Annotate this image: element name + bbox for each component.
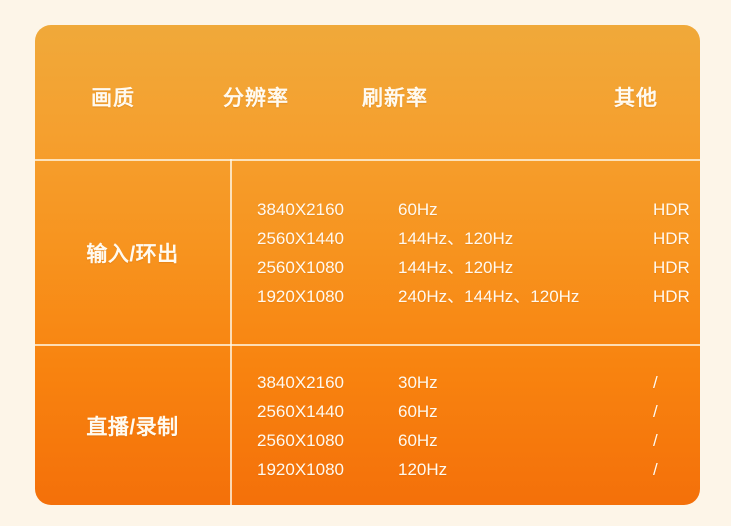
column-header-refresh-rate: 刷新率 <box>362 87 428 110</box>
cell-other: / <box>653 401 658 421</box>
cell-resolution: 2560X1440 <box>257 401 344 421</box>
spec-line: 3840X2160 30Hz / <box>230 368 700 397</box>
column-header-resolution: 分辨率 <box>223 87 289 110</box>
cell-resolution: 3840X2160 <box>257 199 344 219</box>
cell-other: HDR <box>653 199 690 219</box>
cell-other: / <box>653 459 658 479</box>
column-header-other: 其他 <box>614 87 658 110</box>
cell-refresh-rate: 30Hz <box>398 372 438 392</box>
cell-resolution: 2560X1080 <box>257 430 344 450</box>
cell-refresh-rate: 60Hz <box>398 401 438 421</box>
cell-refresh-rate: 120Hz <box>398 459 448 479</box>
cell-refresh-rate: 240Hz、144Hz、120Hz <box>398 286 580 306</box>
table-row: 直播/录制 3840X2160 30Hz / 2560X1440 60Hz / … <box>35 346 700 505</box>
spec-line: 2560X1080 60Hz / <box>230 426 700 455</box>
table-row: 输入/环出 3840X2160 60Hz HDR 2560X1440 144Hz… <box>35 161 700 344</box>
cell-other: / <box>653 372 658 392</box>
spec-line: 2560X1440 144Hz、120Hz HDR <box>230 224 700 253</box>
spec-table-card: 画质 分辨率 刷新率 其他 输入/环出 3840X2160 60Hz HDR 2… <box>35 25 700 505</box>
cell-other: HDR <box>653 228 690 248</box>
column-header-quality: 画质 <box>91 87 135 110</box>
row-body: 3840X2160 60Hz HDR 2560X1440 144Hz、120Hz… <box>230 195 700 311</box>
spec-line: 1920X1080 120Hz / <box>230 455 700 484</box>
cell-refresh-rate: 60Hz <box>398 199 438 219</box>
cell-other: / <box>653 430 658 450</box>
cell-resolution: 2560X1440 <box>257 228 344 248</box>
cell-other: HDR <box>653 257 690 277</box>
spec-line: 1920X1080 240Hz、144Hz、120Hz HDR <box>230 282 700 311</box>
spec-line: 2560X1440 60Hz / <box>230 397 700 426</box>
table-header-row: 画质 分辨率 刷新率 其他 <box>35 25 700 159</box>
row-label-input-loopout: 输入/环出 <box>86 242 179 266</box>
spec-line: 2560X1080 144Hz、120Hz HDR <box>230 253 700 282</box>
cell-refresh-rate: 60Hz <box>398 430 438 450</box>
cell-refresh-rate: 144Hz、120Hz <box>398 228 514 248</box>
cell-resolution: 2560X1080 <box>257 257 344 277</box>
cell-other: HDR <box>653 286 690 306</box>
row-body: 3840X2160 30Hz / 2560X1440 60Hz / 2560X1… <box>230 368 700 484</box>
cell-resolution: 1920X1080 <box>257 286 344 306</box>
cell-resolution: 3840X2160 <box>257 372 344 392</box>
cell-refresh-rate: 144Hz、120Hz <box>398 257 514 277</box>
cell-resolution: 1920X1080 <box>257 459 344 479</box>
row-label-stream-record: 直播/录制 <box>86 415 179 439</box>
spec-line: 3840X2160 60Hz HDR <box>230 195 700 224</box>
